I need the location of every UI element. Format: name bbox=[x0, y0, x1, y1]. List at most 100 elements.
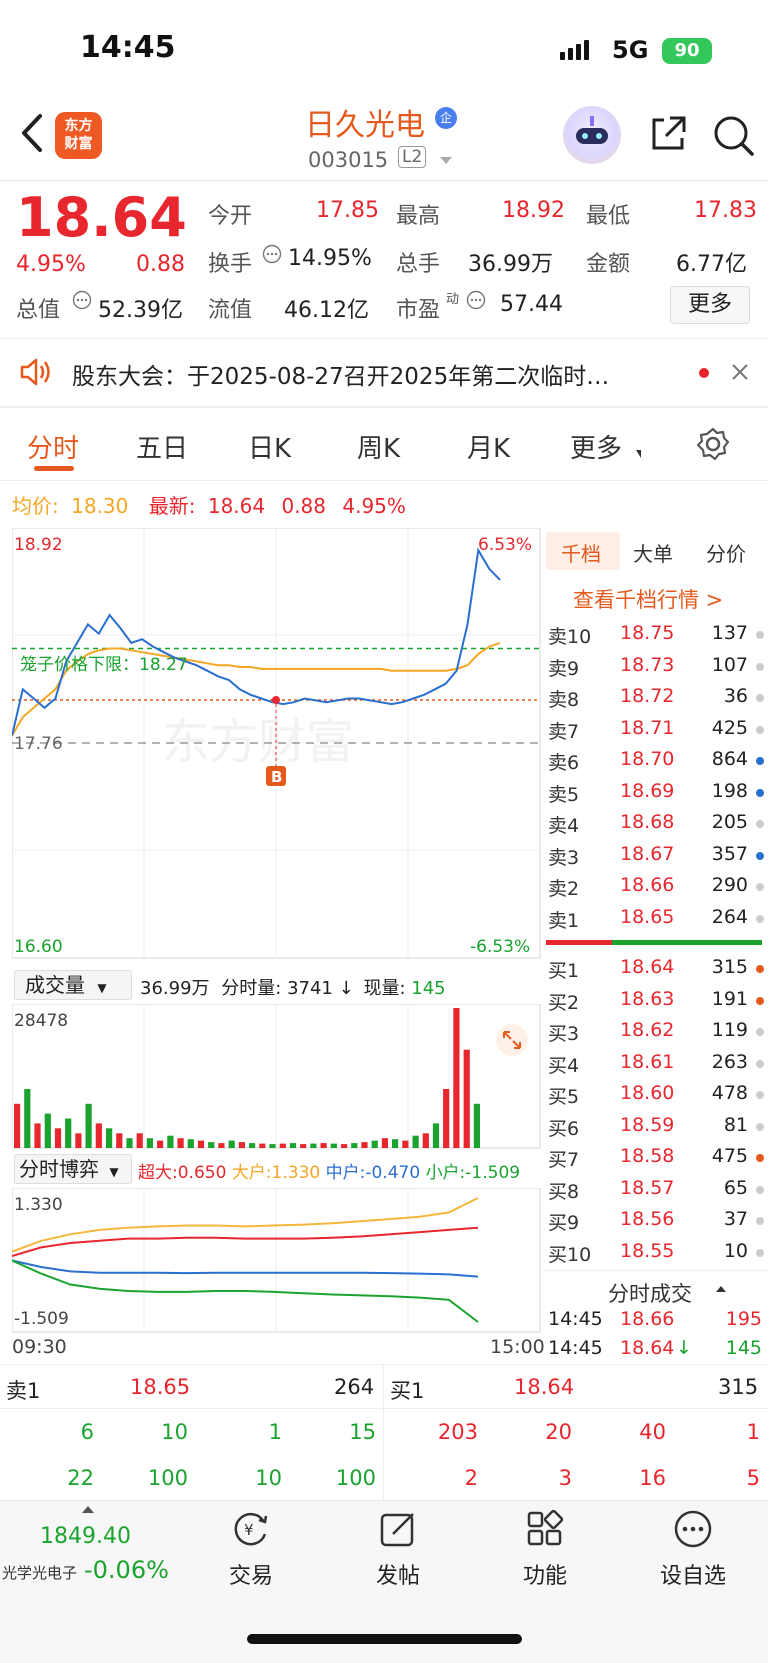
volume-label: 总手 bbox=[396, 252, 441, 277]
stock-name: 日久光电 bbox=[305, 108, 425, 143]
index-value[interactable]: 1849.40 bbox=[40, 1524, 131, 1549]
sell-queue-cell: 100 bbox=[335, 1466, 376, 1490]
nav-watchlist-label: 设自选 bbox=[659, 1564, 726, 1589]
sell-row[interactable]: 卖10 18.75 137 bbox=[548, 622, 768, 653]
tab-five-day[interactable]: 五日 bbox=[136, 428, 188, 465]
open-label: 今开 bbox=[208, 204, 253, 229]
nav-function[interactable]: 功能 bbox=[490, 1508, 600, 1590]
volume-bar bbox=[279, 1143, 286, 1148]
tab-monthly-k[interactable]: 月K bbox=[467, 428, 510, 465]
buy-row[interactable]: 买4 18.61 263 bbox=[548, 1051, 768, 1082]
sell-row[interactable]: 卖4 18.68 205 bbox=[548, 811, 768, 842]
volume-bar bbox=[157, 1140, 164, 1148]
info-icon[interactable] bbox=[466, 290, 486, 314]
index-pct[interactable]: -0.06% bbox=[84, 1556, 169, 1584]
change-amount: 0.88 bbox=[136, 252, 185, 277]
volume-bar bbox=[330, 1143, 337, 1148]
share-icon[interactable] bbox=[648, 114, 688, 158]
tab-more[interactable]: 更多 bbox=[570, 428, 622, 465]
volume-select-label: 成交量 bbox=[25, 973, 85, 997]
buy-bar bbox=[612, 940, 762, 945]
buy-row[interactable]: 买8 18.57 65 bbox=[548, 1177, 768, 1208]
buy-queue-cell: 203 bbox=[437, 1420, 478, 1444]
volume-bar bbox=[351, 1143, 358, 1148]
buy-price: 18.58 bbox=[620, 1145, 675, 1167]
tab-daily-k[interactable]: 日K bbox=[248, 428, 291, 465]
nav-watchlist[interactable]: 设自选 bbox=[638, 1508, 748, 1590]
sell-row[interactable]: 卖5 18.69 198 bbox=[548, 780, 768, 811]
sell-row[interactable]: 卖1 18.65 264 bbox=[548, 906, 768, 937]
fenshi-volume: 3741 bbox=[287, 978, 333, 999]
tab-weekly-k[interactable]: 周K bbox=[357, 428, 400, 465]
tab-fenshi[interactable]: 分时 bbox=[27, 428, 79, 465]
sell-row[interactable]: 卖3 18.67 357 bbox=[548, 843, 768, 874]
volume-bar bbox=[249, 1143, 256, 1148]
amount-value: 6.77亿 bbox=[676, 252, 747, 277]
volume-bar bbox=[269, 1144, 276, 1148]
more-quote-button[interactable]: 更多 bbox=[670, 286, 750, 324]
volume-select[interactable]: 成交量 ▼ bbox=[14, 970, 132, 1000]
tab-qiandang[interactable]: 千档 bbox=[561, 538, 601, 567]
buy-row[interactable]: 买10 18.55 10 bbox=[548, 1240, 768, 1271]
buy-row[interactable]: 买2 18.63 191 bbox=[548, 988, 768, 1019]
tab-dadan[interactable]: 大单 bbox=[633, 538, 673, 567]
buy-row[interactable]: 买6 18.59 81 bbox=[548, 1114, 768, 1145]
info-icon[interactable] bbox=[262, 244, 282, 268]
game-select[interactable]: 分时博弈 ▼ bbox=[14, 1154, 132, 1184]
last-price: 18.64 bbox=[16, 186, 187, 249]
game-chart[interactable]: 1.330 -1.509 bbox=[12, 1188, 542, 1334]
tick-top-price: 18.92 bbox=[14, 535, 63, 555]
trades-title[interactable]: 分时成交 bbox=[608, 1278, 692, 1308]
tick-bottom-pct: -6.53% bbox=[470, 937, 530, 957]
buy-row[interactable]: 买7 18.58 475 bbox=[548, 1145, 768, 1176]
settings-icon[interactable] bbox=[695, 426, 731, 466]
back-icon[interactable] bbox=[18, 112, 46, 154]
sell-row[interactable]: 卖6 18.70 864 bbox=[548, 748, 768, 779]
buy-row[interactable]: 买3 18.62 119 bbox=[548, 1019, 768, 1050]
volume-bar bbox=[24, 1089, 31, 1148]
caret-down-icon[interactable] bbox=[440, 157, 452, 164]
bottom-buy1-vol: 315 bbox=[718, 1375, 759, 1399]
buy-level: 买6 bbox=[548, 1117, 580, 1140]
buy-level: 买1 bbox=[548, 960, 580, 982]
sell-level: 卖7 bbox=[548, 720, 580, 743]
volume-bar bbox=[392, 1139, 399, 1148]
sell-volume: 205 bbox=[711, 811, 748, 833]
buy-row[interactable]: 买5 18.60 478 bbox=[548, 1082, 768, 1113]
expand-icon[interactable] bbox=[496, 1024, 528, 1056]
low-label: 最低 bbox=[586, 204, 631, 229]
volume-bar bbox=[238, 1142, 245, 1148]
buy-volume: 37 bbox=[723, 1208, 748, 1230]
volume-bar bbox=[473, 1103, 480, 1148]
buy-row[interactable]: 买1 18.64 315 bbox=[548, 956, 768, 987]
sell-row[interactable]: 卖7 18.71 425 bbox=[548, 717, 768, 748]
buy-row[interactable]: 买9 18.56 37 bbox=[548, 1208, 768, 1239]
close-icon[interactable] bbox=[730, 362, 750, 386]
now-volume: 145 bbox=[411, 978, 446, 999]
volume-bar bbox=[443, 1089, 450, 1148]
nav-post[interactable]: 发帖 bbox=[343, 1508, 453, 1590]
price-chart[interactable]: 东方财富 B 18.92 6.53% 16.60 -6.53% 17.76 笼子… bbox=[12, 528, 542, 960]
sell-row[interactable]: 卖2 18.66 290 bbox=[548, 874, 768, 905]
legend-zhonghu: 中户:-0.470 bbox=[325, 1163, 421, 1183]
buy-level: 买3 bbox=[548, 1023, 580, 1045]
volume-bar bbox=[44, 1113, 51, 1148]
tab-fenjia[interactable]: 分价 bbox=[706, 538, 746, 567]
search-icon[interactable] bbox=[712, 114, 756, 162]
float-label: 流值 bbox=[208, 298, 253, 323]
sell-bar bbox=[546, 940, 612, 945]
robot-assistant-icon[interactable] bbox=[563, 106, 621, 164]
buy-price: 18.61 bbox=[620, 1050, 675, 1073]
sell-volume: 107 bbox=[711, 653, 748, 676]
info-icon[interactable] bbox=[72, 290, 92, 314]
index-name[interactable]: 光学光电子 bbox=[2, 1562, 77, 1583]
sell-queue-cell: 10 bbox=[161, 1420, 188, 1444]
legend-xiaohu: 小户:-1.509 bbox=[425, 1163, 521, 1183]
notice-text[interactable]: 股东大会：于2025-08-27召开2025年第二次临时… bbox=[72, 357, 682, 391]
nav-trade[interactable]: ¥ 交易 bbox=[196, 1508, 306, 1590]
sell-row[interactable]: 卖9 18.73 107 bbox=[548, 654, 768, 685]
orderbook-link[interactable]: 查看千档行情 > bbox=[573, 584, 723, 614]
sell-level: 卖4 bbox=[548, 815, 580, 837]
volume-chart[interactable]: 28478 bbox=[12, 1004, 542, 1150]
sell-row[interactable]: 卖8 18.72 36 bbox=[548, 685, 768, 716]
